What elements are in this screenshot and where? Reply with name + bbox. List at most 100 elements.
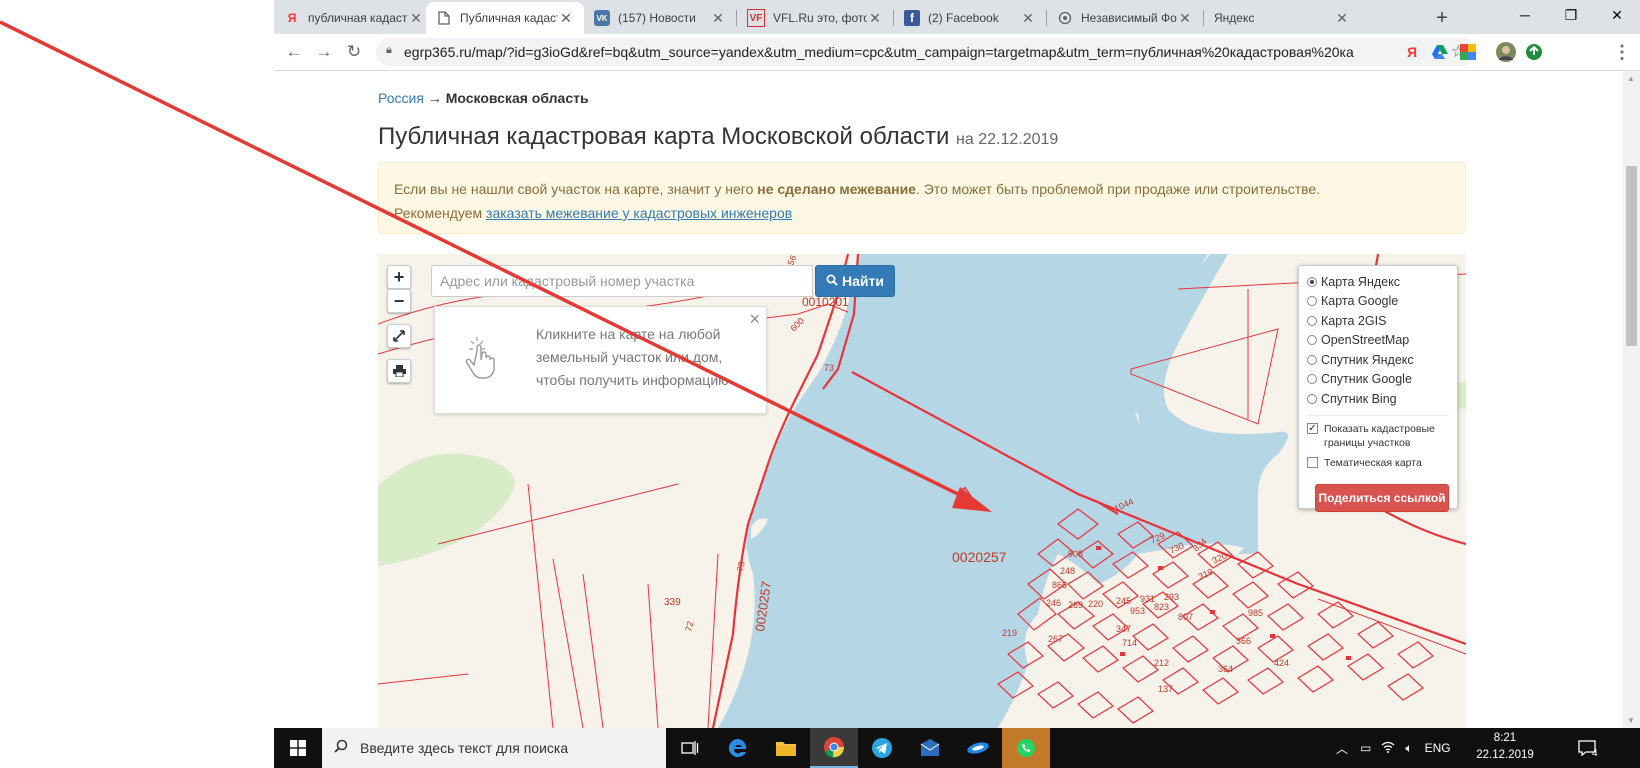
notification-center-icon[interactable]: 4: [1578, 728, 1598, 768]
svg-text:73: 73: [824, 363, 834, 373]
tab-forum[interactable]: Независимый Форум ✕: [1047, 2, 1203, 34]
battery-icon[interactable]: ▭: [1360, 741, 1371, 755]
layer-option-bing-satellite[interactable]: Спутник Bing: [1307, 389, 1449, 409]
volume-icon[interactable]: 🔈︎: [1405, 741, 1412, 756]
reload-button[interactable]: ↻: [340, 38, 368, 66]
menu-icon[interactable]: ⋮: [1612, 42, 1632, 62]
zoom-out-button[interactable]: −: [387, 289, 411, 313]
telegram-icon[interactable]: [858, 728, 906, 768]
zoom-in-button[interactable]: +: [387, 265, 411, 289]
tab-yandex-search[interactable]: Я публичная кадастровая ✕: [274, 2, 434, 34]
svg-text:714: 714: [1122, 638, 1137, 648]
forum-icon: [1057, 10, 1073, 26]
drive-extension-icon[interactable]: [1430, 42, 1450, 62]
tab-yandex[interactable]: Яндекс ✕: [1204, 2, 1360, 34]
windows-taskbar: Введите здесь текст для поиска ︿ ▭ 🔈︎ EN…: [274, 728, 1640, 768]
vfl-icon: VF: [747, 9, 765, 27]
update-icon[interactable]: [1524, 42, 1544, 62]
layer-switcher: Карта Яндекс Карта Google Карта 2GIS Ope…: [1298, 265, 1458, 512]
breadcrumb-current: Московская область: [445, 90, 589, 106]
scroll-down-icon[interactable]: ▼: [1627, 716, 1635, 725]
close-icon[interactable]: ✕: [1020, 10, 1036, 27]
tab-vk[interactable]: VK (157) Новости ✕: [584, 2, 736, 34]
layer-option-2gis[interactable]: Карта 2GIS: [1307, 311, 1449, 331]
language-indicator[interactable]: ENG: [1425, 741, 1451, 755]
tab-vfl[interactable]: VF VFL.Ru это, фотохостинг ✕: [737, 2, 893, 34]
close-icon[interactable]: ✕: [408, 10, 424, 27]
layer-option-google-satellite[interactable]: Спутник Google: [1307, 370, 1449, 390]
mail-app-icon[interactable]: [906, 728, 954, 768]
clock[interactable]: 8:21 22.12.2019: [1470, 730, 1540, 764]
clock-time: 8:21: [1493, 732, 1517, 744]
close-icon[interactable]: ✕: [1177, 10, 1193, 27]
color-extension-icon[interactable]: [1458, 42, 1478, 62]
layer-option-google-map[interactable]: Карта Google: [1307, 292, 1449, 312]
thematic-map-checkbox[interactable]: Тематическая карта: [1307, 456, 1449, 470]
close-icon[interactable]: ✕: [1334, 10, 1350, 27]
fullscreen-button[interactable]: [387, 324, 411, 348]
whatsapp-icon[interactable]: [1002, 728, 1050, 768]
forward-button[interactable]: →: [310, 38, 338, 66]
printer-icon: [392, 365, 406, 377]
start-button[interactable]: [274, 728, 322, 768]
web-page: Россия → Московская область Публичная ка…: [274, 71, 1640, 728]
checkbox-checked[interactable]: ✓: [1307, 422, 1318, 434]
layer-option-yandex-map[interactable]: Карта Яндекс: [1307, 272, 1449, 292]
tab-facebook[interactable]: f (2) Facebook ✕: [894, 2, 1046, 34]
cadastral-map[interactable]: 0010201 0020257 0020257 600 73 73 56 339…: [378, 254, 1466, 728]
tab-cadastral-map[interactable]: Публичная кадастровая ✕: [426, 2, 584, 34]
label-quarter-center: 0020257: [952, 549, 1007, 565]
print-button[interactable]: [387, 359, 411, 383]
radio-selected[interactable]: [1307, 276, 1317, 287]
layer-option-yandex-satellite[interactable]: Спутник Яндекс: [1307, 350, 1449, 370]
browser-toolbar: ← → ↻ 🔒︎ egrp365.ru/map/?id=g3ioGd&ref=b…: [274, 34, 1640, 71]
minimize-button[interactable]: ─: [1502, 0, 1548, 30]
breadcrumb-russia-link[interactable]: Россия: [378, 90, 424, 106]
task-view-icon[interactable]: [666, 728, 714, 768]
vk-icon: VK: [594, 10, 610, 26]
restore-button[interactable]: ❐: [1548, 0, 1594, 30]
search-button[interactable]: Найти: [815, 265, 895, 297]
close-icon[interactable]: ✕: [710, 10, 726, 27]
order-survey-link[interactable]: заказать межевание у кадастровых инженер…: [486, 205, 792, 221]
warning-alert: Если вы не нашли свой участок на карте, …: [378, 162, 1466, 234]
chrome-taskbar-icon[interactable]: [810, 728, 858, 768]
address-bar[interactable]: 🔒︎ egrp365.ru/map/?id=g3ioGd&ref=bq&utm_…: [376, 38, 1476, 66]
chevron-up-icon[interactable]: ︿: [1336, 740, 1348, 757]
close-hint-icon[interactable]: ×: [749, 309, 760, 330]
back-button[interactable]: ←: [280, 38, 308, 66]
svg-text:347: 347: [1116, 624, 1131, 634]
label-quarter-top: 0010201: [802, 295, 849, 309]
map-search-input[interactable]: Адрес или кадастровый номер участка: [431, 265, 813, 297]
pointer-hand-icon: [463, 331, 509, 388]
windows-icon: [290, 740, 306, 756]
checkbox-unchecked[interactable]: [1307, 456, 1318, 468]
wifi-icon[interactable]: [1381, 741, 1395, 756]
close-icon[interactable]: ✕: [867, 10, 883, 27]
close-icon[interactable]: ✕: [558, 10, 574, 27]
yandex-extension-icon[interactable]: Я: [1402, 42, 1422, 62]
lock-icon: 🔒︎: [386, 44, 392, 56]
app-icon[interactable]: [954, 728, 1002, 768]
layer-option-osm[interactable]: OpenStreetMap: [1307, 331, 1449, 351]
scroll-up-icon[interactable]: ▲: [1627, 74, 1635, 83]
search-icon: [826, 273, 838, 289]
clock-date: 22.12.2019: [1476, 749, 1534, 761]
svg-text:908: 908: [1068, 549, 1083, 559]
svg-text:823: 823: [1154, 602, 1169, 612]
page-scrollbar[interactable]: ▲ ▼: [1623, 71, 1640, 728]
scrollbar-thumb[interactable]: [1626, 166, 1637, 346]
fullscreen-icon: [393, 330, 405, 342]
edge-icon[interactable]: [714, 728, 762, 768]
system-tray: ︿ ▭ 🔈︎ ENG: [1336, 728, 1451, 768]
svg-text:985: 985: [1248, 608, 1263, 618]
cadastral-borders-checkbox[interactable]: ✓ Показать кадастровые границы участков: [1307, 422, 1449, 450]
close-window-button[interactable]: ✕: [1594, 0, 1640, 30]
taskbar-search-box[interactable]: Введите здесь текст для поиска: [322, 728, 666, 768]
new-tab-button[interactable]: +: [1428, 4, 1456, 32]
tab-strip: Я публичная кадастровая ✕ Публичная када…: [274, 0, 1640, 34]
file-explorer-icon[interactable]: [762, 728, 810, 768]
profile-avatar[interactable]: [1496, 42, 1516, 62]
svg-text:212: 212: [1154, 658, 1169, 668]
share-link-button[interactable]: Поделиться ссылкой: [1315, 484, 1449, 512]
